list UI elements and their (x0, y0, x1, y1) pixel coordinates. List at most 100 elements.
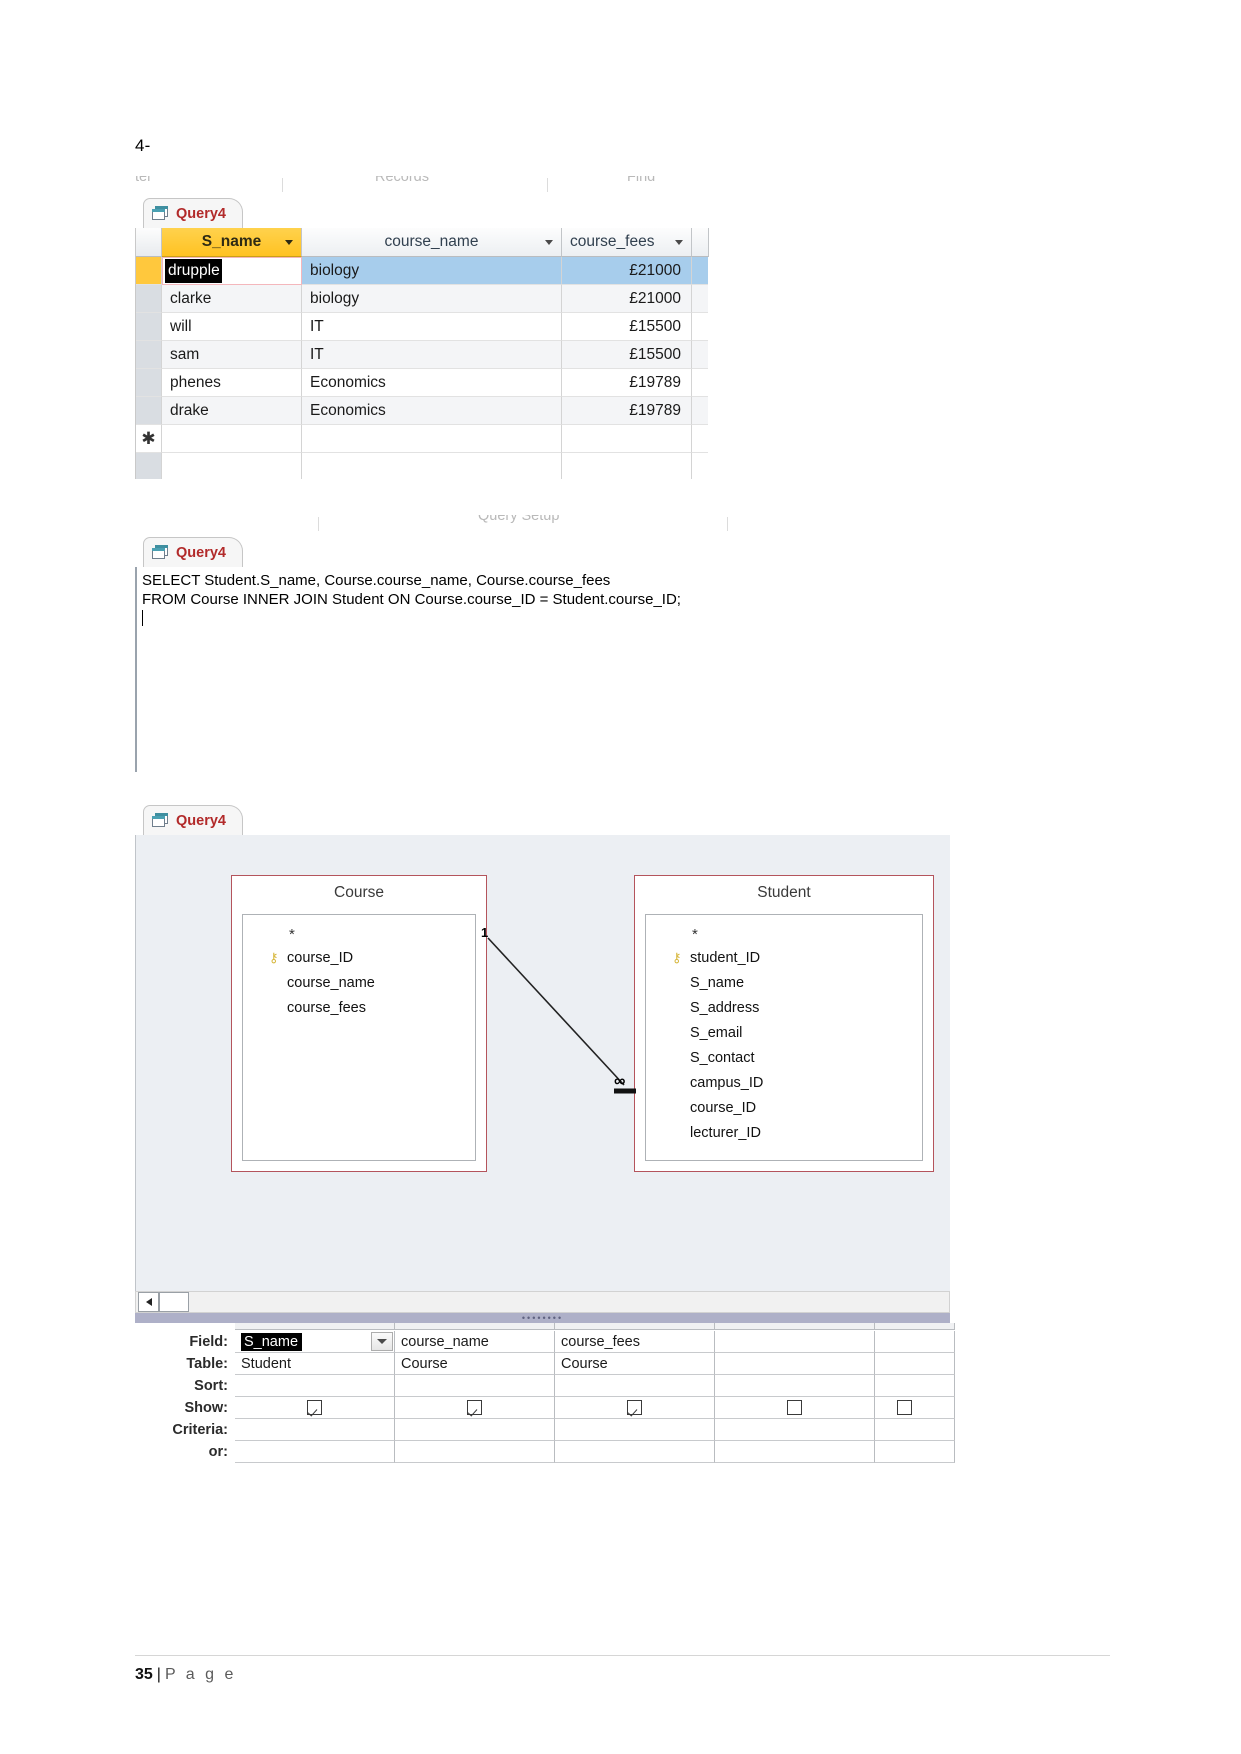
qbe-criteria-cell-2[interactable] (395, 1419, 555, 1441)
table-row[interactable]: will IT £15500 (136, 313, 708, 341)
field-asterisk[interactable]: * (646, 923, 922, 945)
show-checkbox[interactable] (787, 1400, 802, 1415)
qbe-col-header-5[interactable] (875, 1323, 955, 1330)
document-tab-query4-datasheet[interactable]: Query4 (143, 198, 243, 228)
cell-course-name-new[interactable] (302, 425, 562, 453)
table-box-student[interactable]: Student * ⚷ student_ID S_name S_address … (634, 875, 934, 1172)
column-header-course-fees[interactable]: course_fees (562, 228, 692, 257)
qbe-table-cell-5[interactable] (875, 1353, 955, 1375)
select-all-corner[interactable] (136, 228, 162, 257)
qbe-table-cell-3[interactable]: Course (555, 1353, 715, 1375)
cell-s-name-editing[interactable]: drupple (162, 257, 302, 285)
cell-course-fees-new[interactable] (562, 425, 692, 453)
field-course-id[interactable]: ⚷ course_ID (243, 945, 475, 970)
qbe-criteria-cell-4[interactable] (715, 1419, 875, 1441)
cell-s-name[interactable]: phenes (162, 369, 302, 397)
qbe-or-cell-3[interactable] (555, 1441, 715, 1463)
cell-s-name[interactable]: drake (162, 397, 302, 425)
cell-course-name[interactable]: Economics (302, 397, 562, 425)
chevron-down-icon[interactable] (675, 240, 683, 245)
cell-course-fees[interactable]: £15500 (562, 341, 692, 369)
row-selector[interactable] (136, 341, 162, 369)
cell-course-fees[interactable]: £19789 (562, 369, 692, 397)
qbe-criteria-cell-3[interactable] (555, 1419, 715, 1441)
field-asterisk[interactable]: * (243, 923, 475, 945)
qbe-or-cell-5[interactable] (875, 1441, 955, 1463)
qbe-or-cell-1[interactable] (235, 1441, 395, 1463)
qbe-field-cell-4[interactable] (715, 1331, 875, 1353)
field-lecturer-id[interactable]: lecturer_ID (646, 1120, 922, 1145)
cell-course-name[interactable]: biology (302, 285, 562, 313)
field-s-address[interactable]: S_address (646, 995, 922, 1020)
qbe-show-cell-4[interactable] (715, 1397, 875, 1419)
table-row[interactable]: drupple biology £21000 (136, 257, 708, 285)
qbe-field-cell-5[interactable] (875, 1331, 955, 1353)
qbe-table-cell-2[interactable]: Course (395, 1353, 555, 1375)
qbe-sort-cell-1[interactable] (235, 1375, 395, 1397)
chevron-down-icon[interactable] (545, 240, 553, 245)
row-selector[interactable] (136, 257, 162, 285)
table-row[interactable]: clarke biology £21000 (136, 285, 708, 313)
scroll-left-arrow-icon[interactable] (138, 1292, 159, 1312)
qbe-show-cell-5[interactable] (875, 1397, 955, 1419)
qbe-field-cell-1[interactable]: S_name (235, 1331, 395, 1353)
query-design-canvas[interactable]: Course * ⚷ course_ID course_name course_… (135, 835, 950, 1291)
qbe-col-header-1[interactable] (235, 1323, 395, 1330)
row-selector[interactable] (136, 397, 162, 425)
qbe-col-header-2[interactable] (395, 1323, 555, 1330)
cell-course-name[interactable]: biology (302, 257, 562, 285)
show-checkbox[interactable] (307, 1400, 322, 1415)
qbe-sort-cell-2[interactable] (395, 1375, 555, 1397)
new-record-marker[interactable]: ✱ (136, 425, 162, 453)
table-row[interactable]: phenes Economics £19789 (136, 369, 708, 397)
field-list-student[interactable]: * ⚷ student_ID S_name S_address S_email … (645, 914, 923, 1161)
chevron-down-icon[interactable] (371, 1332, 393, 1351)
qbe-or-cell-4[interactable] (715, 1441, 875, 1463)
row-selector[interactable] (136, 285, 162, 313)
qbe-table-cell-4[interactable] (715, 1353, 875, 1375)
pane-splitter[interactable]: •••••••• (135, 1313, 950, 1323)
sql-editor[interactable]: SELECT Student.S_name, Course.course_nam… (135, 567, 780, 772)
cell-course-fees[interactable]: £21000 (562, 285, 692, 313)
cell-course-fees[interactable]: £15500 (562, 313, 692, 341)
field-list-course[interactable]: * ⚷ course_ID course_name course_fees (242, 914, 476, 1161)
new-record-row[interactable]: ✱ (136, 425, 708, 453)
qbe-col-header-3[interactable] (555, 1323, 715, 1330)
qbe-or-cell-2[interactable] (395, 1441, 555, 1463)
design-horizontal-scrollbar[interactable] (135, 1291, 950, 1313)
show-checkbox[interactable] (897, 1400, 912, 1415)
table-box-course[interactable]: Course * ⚷ course_ID course_name course_… (231, 875, 487, 1172)
field-course-name[interactable]: course_name (243, 970, 475, 995)
qbe-field-cell-2[interactable]: course_name (395, 1331, 555, 1353)
field-s-contact[interactable]: S_contact (646, 1045, 922, 1070)
row-selector[interactable] (136, 313, 162, 341)
field-s-name[interactable]: S_name (646, 970, 922, 995)
show-checkbox[interactable] (467, 1400, 482, 1415)
table-row[interactable]: drake Economics £19789 (136, 397, 708, 425)
qbe-field-cell-3[interactable]: course_fees (555, 1331, 715, 1353)
qbe-show-cell-1[interactable] (235, 1397, 395, 1419)
qbe-sort-cell-4[interactable] (715, 1375, 875, 1397)
table-row[interactable]: sam IT £15500 (136, 341, 708, 369)
cell-course-name[interactable]: IT (302, 341, 562, 369)
show-checkbox[interactable] (627, 1400, 642, 1415)
field-student-id[interactable]: ⚷ student_ID (646, 945, 922, 970)
cell-s-name[interactable]: will (162, 313, 302, 341)
cell-s-name[interactable]: sam (162, 341, 302, 369)
cell-s-name[interactable]: clarke (162, 285, 302, 313)
cell-course-name[interactable]: IT (302, 313, 562, 341)
column-header-course-name[interactable]: course_name (302, 228, 562, 257)
field-campus-id[interactable]: campus_ID (646, 1070, 922, 1095)
qbe-criteria-cell-1[interactable] (235, 1419, 395, 1441)
document-tab-query4-sql[interactable]: Query4 (143, 537, 243, 567)
column-header-s-name[interactable]: S_name (162, 228, 302, 257)
cell-course-name[interactable]: Economics (302, 369, 562, 397)
document-tab-query4-design[interactable]: Query4 (143, 805, 243, 835)
row-selector[interactable] (136, 369, 162, 397)
field-s-email[interactable]: S_email (646, 1020, 922, 1045)
cell-course-fees[interactable]: £21000 (562, 257, 692, 285)
qbe-sort-cell-3[interactable] (555, 1375, 715, 1397)
qbe-criteria-cell-5[interactable] (875, 1419, 955, 1441)
scrollbar-thumb[interactable] (159, 1292, 189, 1312)
qbe-sort-cell-5[interactable] (875, 1375, 955, 1397)
